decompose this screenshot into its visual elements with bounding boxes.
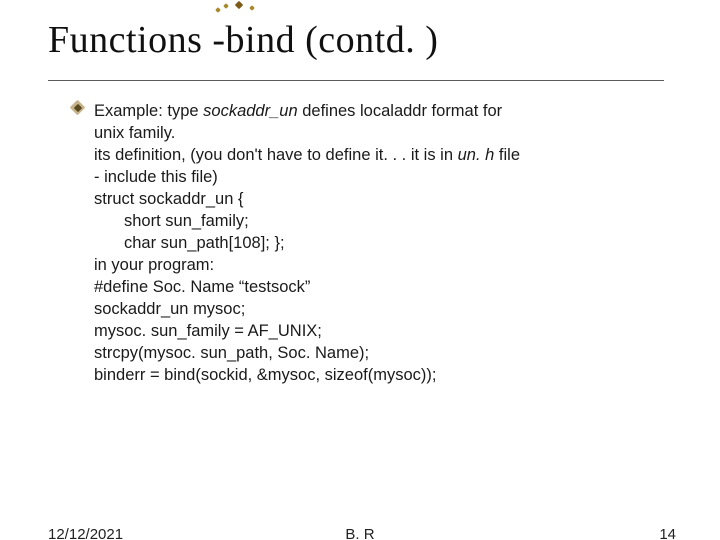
text-afunix: mysoc. sun_family = AF_UNIX; bbox=[94, 320, 674, 342]
text-sockaddr-un: sockaddr_un bbox=[203, 102, 297, 120]
text-include: - include this file) bbox=[94, 166, 674, 188]
footer-page: 14 bbox=[659, 526, 676, 540]
text-example-prefix: Example: type bbox=[94, 102, 203, 120]
text-mysoc: sockaddr_un mysoc; bbox=[94, 298, 674, 320]
text-define: #define Soc. Name “testsock” bbox=[94, 276, 674, 298]
text-def-suffix: file bbox=[499, 146, 520, 164]
text-struct: struct sockaddr_un { bbox=[94, 188, 674, 210]
text-binderr: binderr = bind(sockid, &mysoc, sizeof(my… bbox=[94, 364, 674, 386]
text-sunfamily: short sun_family; bbox=[94, 210, 674, 232]
text-example-suffix: defines localaddr format for bbox=[302, 102, 502, 120]
slide-body: Example: type sockaddr_un defines locala… bbox=[94, 100, 674, 386]
footer-author: B. R bbox=[0, 526, 720, 540]
text-unh: un. h bbox=[458, 146, 495, 164]
text-inprogram: in your program: bbox=[94, 254, 674, 276]
text-sunpath: char sun_path[108]; }; bbox=[94, 232, 674, 254]
title-ornament bbox=[216, 0, 258, 14]
slide-title: Functions -bind (contd. ) bbox=[48, 18, 438, 62]
diamond-bullet-icon bbox=[72, 102, 83, 113]
text-unix-family: unix family. bbox=[94, 122, 674, 144]
text-strcpy: strcpy(mysoc. sun_path, Soc. Name); bbox=[94, 342, 674, 364]
title-rule bbox=[48, 80, 664, 81]
text-def-prefix: its definition, (you don't have to defin… bbox=[94, 146, 458, 164]
